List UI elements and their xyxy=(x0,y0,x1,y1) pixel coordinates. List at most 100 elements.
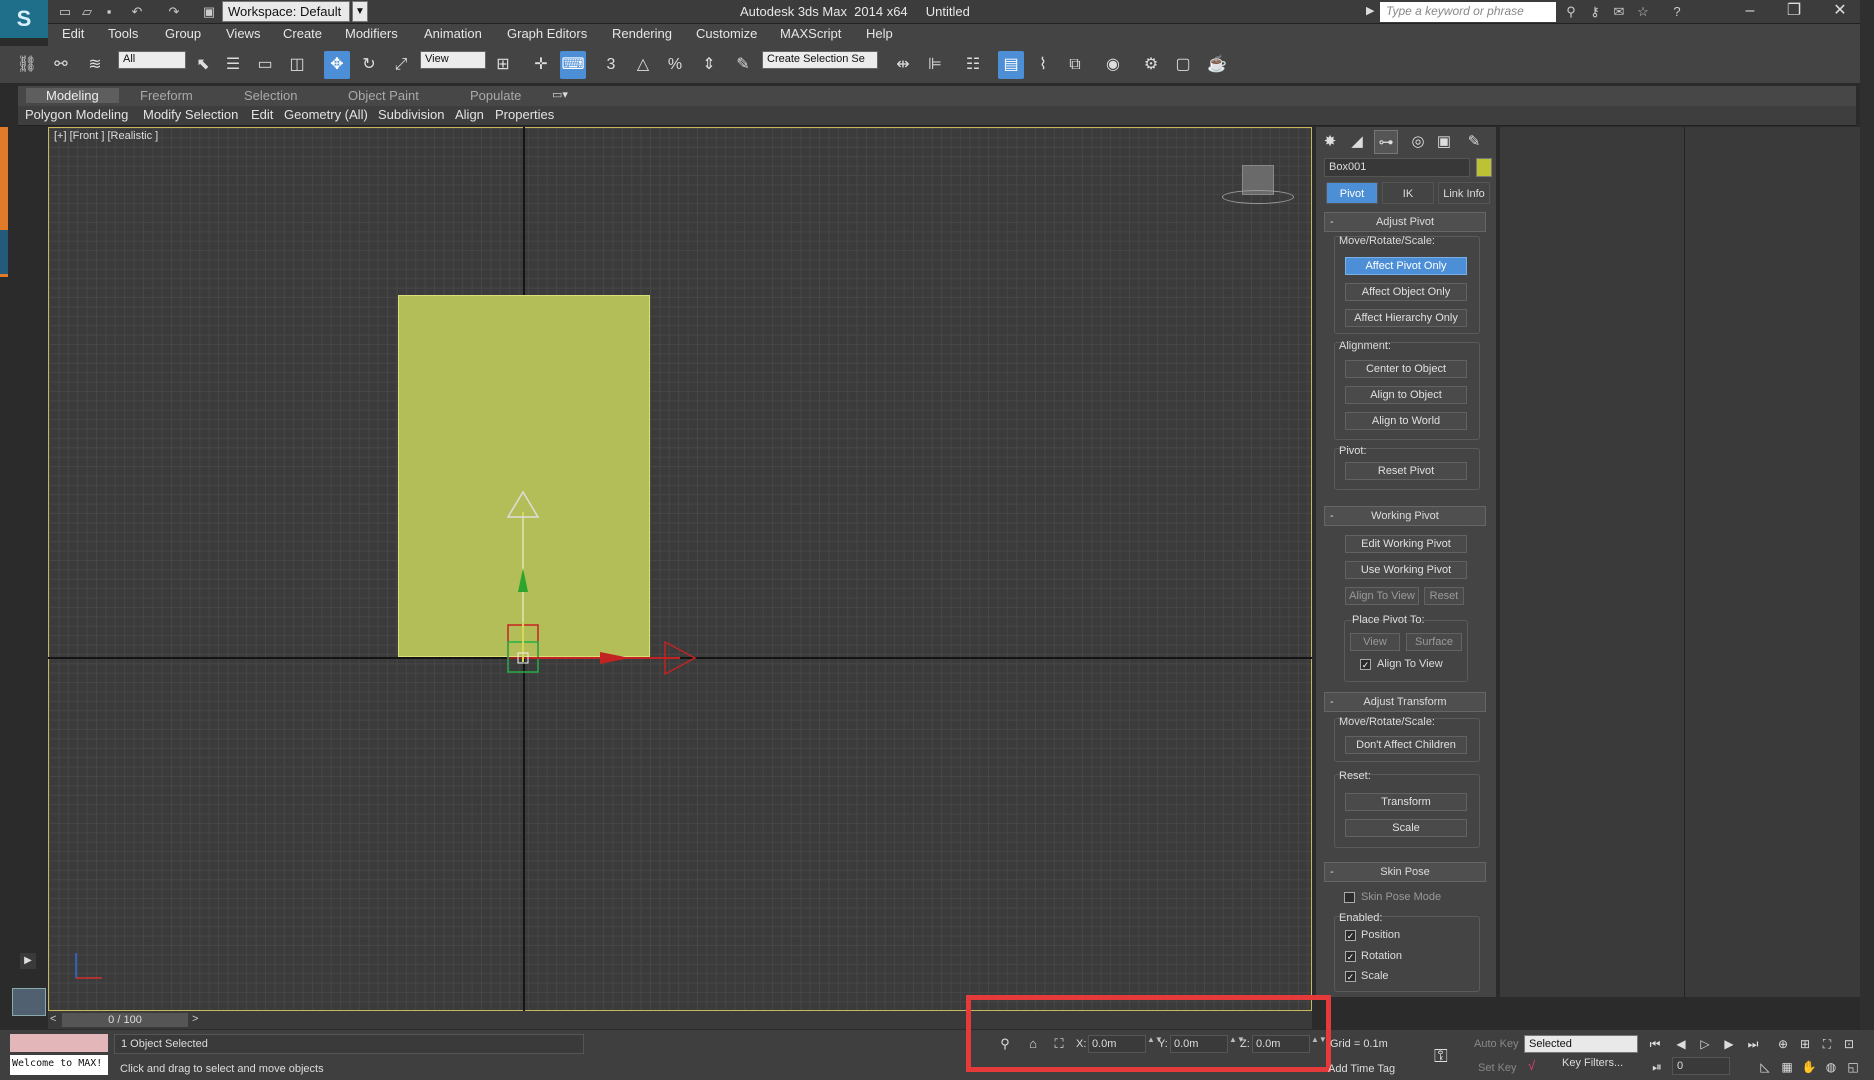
link-icon[interactable]: ⛓ xyxy=(14,51,40,79)
reset-transform-button[interactable]: Transform xyxy=(1345,793,1467,811)
render-setup-icon[interactable]: ⚙ xyxy=(1138,51,1164,79)
current-frame-input[interactable]: 0 xyxy=(1672,1057,1730,1075)
hierarchy-ik-button[interactable]: IK xyxy=(1382,182,1434,204)
graphite-ribbon-icon[interactable]: ▤ xyxy=(998,51,1024,79)
menu-tools[interactable]: Tools xyxy=(108,26,138,41)
rollout-toggle-icon[interactable]: - xyxy=(1330,863,1334,881)
zoom-icon[interactable]: ⊕ xyxy=(1774,1035,1792,1053)
ribbon-options-icon[interactable]: ▭▾ xyxy=(552,88,568,101)
motion-tab-icon[interactable]: ◎ xyxy=(1406,130,1430,154)
hierarchy-pivot-button[interactable]: Pivot xyxy=(1326,182,1378,204)
keyboard-shortcut-override-icon[interactable]: ⌨ xyxy=(560,51,586,79)
viewport-label[interactable]: [+] [Front ] [Realistic ] xyxy=(54,130,158,142)
align-icon[interactable]: ⊫ xyxy=(922,51,948,79)
menu-modifiers[interactable]: Modifiers xyxy=(345,26,398,41)
search-input[interactable]: Type a keyword or phrase xyxy=(1380,2,1556,22)
rollout-toggle-icon[interactable]: - xyxy=(1330,507,1334,525)
ribbon-tab-freeform[interactable]: Freeform xyxy=(140,88,193,103)
key-mode-toggle-icon[interactable]: ⏯ xyxy=(1648,1058,1666,1076)
mirror-icon[interactable]: ⇹ xyxy=(890,51,916,79)
center-to-object-button[interactable]: Center to Object xyxy=(1345,360,1467,378)
menu-animation[interactable]: Animation xyxy=(424,26,482,41)
region-zoom-icon[interactable]: ▦ xyxy=(1778,1058,1796,1076)
ribbon-tab-modeling[interactable]: Modeling xyxy=(26,88,119,103)
reset-pivot-button[interactable]: Reset Pivot xyxy=(1345,462,1467,480)
viewport-layout-icon[interactable] xyxy=(12,988,46,1016)
select-and-move-icon[interactable]: ✥ xyxy=(324,51,350,79)
display-tab-icon[interactable]: ▣ xyxy=(1432,130,1456,154)
time-slider-next[interactable]: > xyxy=(192,1013,198,1025)
rendered-frame-window-icon[interactable]: ▢ xyxy=(1170,51,1196,79)
ribbon-tab-populate[interactable]: Populate xyxy=(470,88,521,103)
undo-icon[interactable]: ↶ xyxy=(128,3,146,21)
open-file-icon[interactable]: ▱ xyxy=(78,3,96,21)
modify-tab-icon[interactable]: ◢ xyxy=(1345,130,1369,154)
edit-working-pivot-button[interactable]: Edit Working Pivot xyxy=(1345,535,1467,553)
working-pivot-reset-button[interactable]: Reset xyxy=(1424,587,1464,605)
rotation-checkbox[interactable]: ✓ xyxy=(1345,951,1356,962)
spinner-snap-icon[interactable]: ⇕ xyxy=(696,51,722,79)
ribbon-geometry-all[interactable]: Geometry (All) xyxy=(284,107,368,122)
selection-filter-dropdown[interactable]: All xyxy=(118,51,186,69)
help-icon[interactable]: ? xyxy=(1668,3,1686,21)
named-selection-set-input[interactable]: Create Selection Se xyxy=(762,51,878,69)
utilities-tab-icon[interactable]: ✎ xyxy=(1462,130,1486,154)
affect-pivot-only-button[interactable]: Affect Pivot Only xyxy=(1345,257,1467,275)
orbit-icon[interactable]: ◍ xyxy=(1822,1058,1840,1076)
schematic-view-icon[interactable]: ⧉ xyxy=(1062,51,1088,79)
pivot-center-icon[interactable]: ⊞ xyxy=(490,51,516,79)
workspace-dropdown[interactable]: Workspace: Default xyxy=(222,1,350,22)
menu-edit[interactable]: Edit xyxy=(62,26,84,41)
select-object-icon[interactable]: ⬉ xyxy=(190,51,216,79)
new-file-icon[interactable]: ▭ xyxy=(56,3,74,21)
object-name-field[interactable]: Box001 xyxy=(1324,158,1470,177)
menu-customize[interactable]: Customize xyxy=(696,26,757,41)
curve-editor-icon[interactable]: ⌇ xyxy=(1030,51,1056,79)
position-checkbox[interactable]: ✓ xyxy=(1345,930,1356,941)
reference-coordinate-dropdown[interactable]: View xyxy=(420,51,486,69)
go-to-end-icon[interactable]: ⏭ xyxy=(1744,1035,1762,1053)
menu-create[interactable]: Create xyxy=(283,26,322,41)
key-selection-dropdown[interactable]: Selected xyxy=(1524,1035,1638,1053)
rectangular-selection-icon[interactable]: ▭ xyxy=(252,51,278,79)
menu-rendering[interactable]: Rendering xyxy=(612,26,672,41)
reset-scale-button[interactable]: Scale xyxy=(1345,819,1467,837)
render-production-icon[interactable]: ☕ xyxy=(1204,51,1230,79)
edit-named-selection-icon[interactable]: ✎ xyxy=(730,51,756,79)
align-to-view-checkbox[interactable]: ✓ xyxy=(1360,659,1371,670)
app-logo-icon[interactable]: S xyxy=(0,0,48,38)
scale-checkbox[interactable]: ✓ xyxy=(1345,971,1356,982)
affect-object-only-button[interactable]: Affect Object Only xyxy=(1345,283,1467,301)
time-slider-prev[interactable]: < xyxy=(50,1013,56,1025)
favorites-icon[interactable]: ☆ xyxy=(1634,3,1652,21)
play-icon[interactable]: ▷ xyxy=(1696,1035,1714,1053)
menu-graph-editors[interactable]: Graph Editors xyxy=(507,26,587,41)
search-expand-icon[interactable]: ▶ xyxy=(1366,4,1374,17)
minimize-button[interactable]: – xyxy=(1728,0,1772,24)
time-slider-thumb[interactable]: 0 / 100 xyxy=(62,1013,188,1027)
menu-group[interactable]: Group xyxy=(165,26,201,41)
place-pivot-view-button[interactable]: View xyxy=(1350,633,1400,651)
viewcube-compass-ring[interactable] xyxy=(1222,190,1294,204)
layer-manager-icon[interactable]: ☷ xyxy=(960,51,986,79)
snaps-toggle-icon[interactable]: 3 xyxy=(598,51,624,79)
menu-help[interactable]: Help xyxy=(866,26,893,41)
ribbon-polygon-modeling[interactable]: Polygon Modeling xyxy=(25,107,128,122)
adjust-pivot-rollout-header[interactable]: - Adjust Pivot xyxy=(1324,212,1486,232)
window-crossing-icon[interactable]: ◫ xyxy=(284,51,310,79)
working-pivot-rollout-header[interactable]: - Working Pivot xyxy=(1324,506,1486,526)
skin-pose-rollout-header[interactable]: - Skin Pose xyxy=(1324,862,1486,882)
maximize-button[interactable]: ❐ xyxy=(1772,0,1816,24)
hierarchy-link-info-button[interactable]: Link Info xyxy=(1438,182,1490,204)
ribbon-edit[interactable]: Edit xyxy=(251,107,273,122)
align-to-view-button[interactable]: Align To View xyxy=(1345,587,1419,605)
create-tab-icon[interactable]: ✸ xyxy=(1318,130,1342,154)
hierarchy-tab-icon[interactable]: ⊶ xyxy=(1374,130,1398,154)
maximize-viewport-icon[interactable]: ◱ xyxy=(1844,1058,1862,1076)
maxscript-listener-field[interactable] xyxy=(10,1034,108,1052)
communication-icon[interactable]: ✉ xyxy=(1610,3,1628,21)
binoculars-icon[interactable]: ⚲ xyxy=(1562,3,1580,21)
object-color-swatch[interactable] xyxy=(1476,158,1492,177)
panel-scrollbar[interactable] xyxy=(1860,0,1874,1080)
key-filters-button[interactable]: Key Filters... xyxy=(1562,1057,1623,1069)
